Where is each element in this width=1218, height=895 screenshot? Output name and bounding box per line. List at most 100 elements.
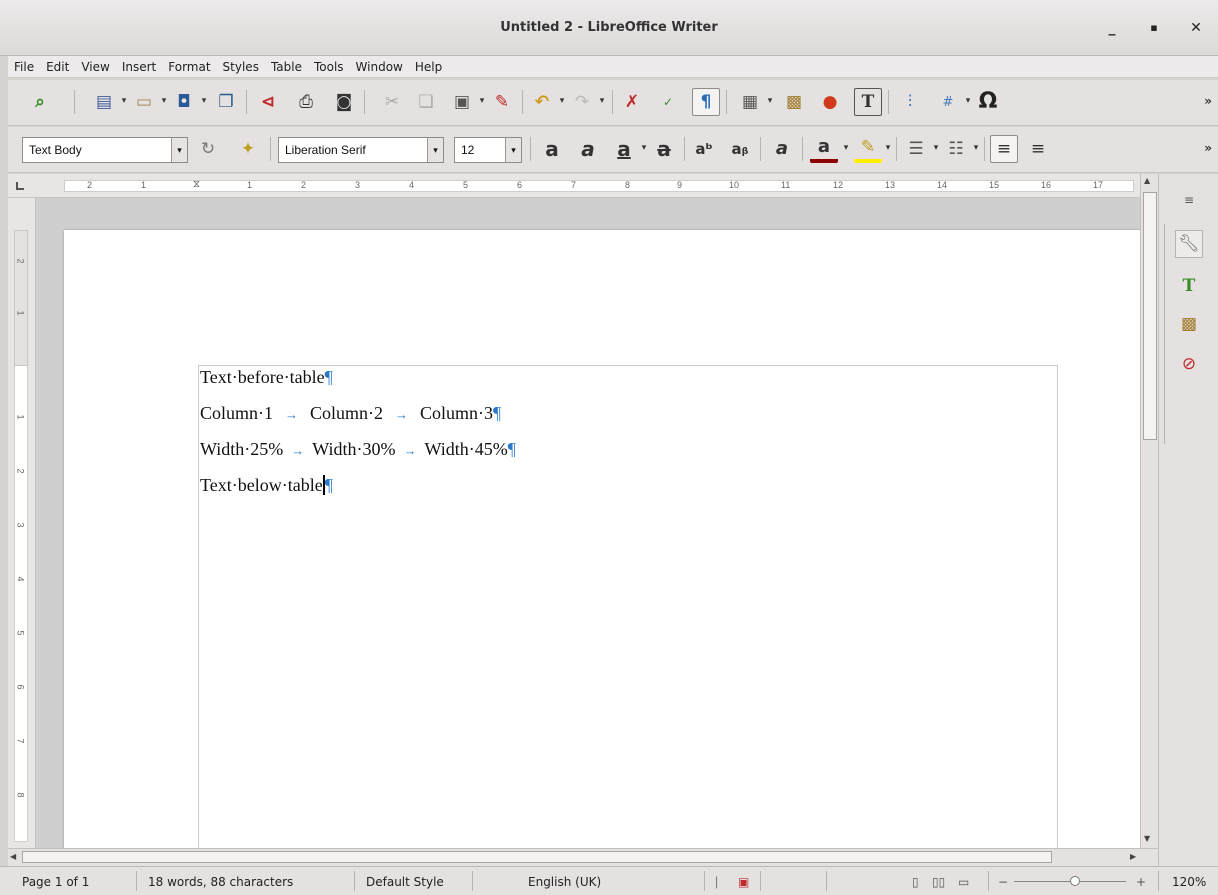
clear-formatting-icon[interactable]: a [768,135,796,163]
bullet-dropdown-icon[interactable]: ▾ [932,143,940,153]
paragraph-style-combo[interactable]: Text Body ▾ [22,137,188,163]
open-folder-icon[interactable]: ▭ [130,88,158,116]
formatting-overflow-icon[interactable]: » [1204,141,1212,155]
print-preview-icon[interactable]: ◙ [330,88,358,116]
subscript-icon[interactable]: aᵦ [726,135,754,163]
cut-icon[interactable]: ✂ [378,88,406,116]
vertical-scrollbar[interactable]: ▲ ▼ [1140,174,1158,848]
paragraph-text-before[interactable]: Text·before·table¶ [200,367,333,388]
auto-spellcheck-icon[interactable]: ✓ [654,88,682,116]
toolbar-overflow-icon[interactable]: » [1204,94,1212,108]
maximize-button[interactable]: ▪ [1142,16,1166,40]
insert-page-break-icon[interactable]: ⫶ [896,88,924,116]
font-name-combo[interactable]: Liberation Serif ▾ [278,137,444,163]
insert-mode-icon[interactable]: ⎸ [716,875,728,890]
menu-window[interactable]: Window [350,56,409,76]
properties-icon[interactable]: 🔧︎ [1175,230,1203,258]
insert-image-icon[interactable]: ▩ [780,88,808,116]
undo-dropdown-icon[interactable]: ▾ [558,96,566,106]
navigator-icon[interactable]: ⊘ [1175,350,1203,378]
paste-icon[interactable]: ▣ [448,88,476,116]
scroll-left-icon[interactable]: ◀ [10,852,16,861]
zoom-in-icon[interactable]: + [1136,875,1146,889]
new-dropdown-icon[interactable]: ▾ [120,96,128,106]
gallery-icon[interactable]: ▩ [1175,310,1203,338]
document-modified-icon[interactable]: ▣ [738,875,749,889]
menu-help[interactable]: Help [409,56,448,76]
menu-file[interactable]: File [8,56,40,76]
insert-text-box-icon[interactable]: T [854,88,882,116]
spelling-icon[interactable]: ✗ [618,88,646,116]
font-name-dropdown-icon[interactable]: ▾ [427,138,443,162]
font-size-dropdown-icon[interactable]: ▾ [505,138,521,162]
paragraph-style-dropdown-icon[interactable]: ▾ [171,138,187,162]
underline-icon[interactable]: a [610,135,638,163]
save-icon[interactable]: ◘ [170,88,198,116]
ruler-track[interactable]: 2 1 ⧖ 1 2 3 4 5 6 7 8 9 10 11 12 13 14 1… [64,179,1134,192]
horizontal-scroll-thumb[interactable] [22,851,1052,863]
paste-dropdown-icon[interactable]: ▾ [478,96,486,106]
save-remote-icon[interactable]: ❐ [212,88,240,116]
tab-type-icon[interactable] [16,182,24,190]
align-left-icon[interactable]: ≡ [990,135,1018,163]
print-icon[interactable]: ⎙ [292,88,320,116]
redo-dropdown-icon[interactable]: ▾ [598,96,606,106]
paragraph-widths[interactable]: Width·25% → Width·30% → Width·45%¶ [200,439,516,460]
special-character-icon[interactable]: Ω [974,88,1002,116]
new-style-icon[interactable]: ✦ [234,135,262,163]
numbered-list-icon[interactable]: ☷ [942,135,970,163]
document-area[interactable]: Text·before·table¶ Column·1 → Column·2 → Col… [36,198,1140,848]
formatting-marks-icon[interactable]: ¶ [692,88,720,116]
page-count[interactable]: Page 1 of 1 [22,875,89,889]
underline-dropdown-icon[interactable]: ▾ [640,143,648,153]
minimize-button[interactable]: _ [1100,16,1124,40]
insert-table-icon[interactable]: ▦ [736,88,764,116]
menu-insert[interactable]: Insert [116,56,162,76]
language[interactable]: English (UK) [528,875,601,889]
word-count[interactable]: 18 words, 88 characters [148,875,293,889]
copy-icon[interactable]: ❏ [412,88,440,116]
close-button[interactable]: ✕ [1184,16,1208,40]
font-color-dropdown-icon[interactable]: ▾ [842,143,850,153]
sidebar-menu-icon[interactable]: ≡ [1175,186,1203,214]
clone-formatting-icon[interactable]: ✎ [488,88,516,116]
horizontal-scrollbar[interactable]: ◀ ▶ [8,848,1158,866]
menu-edit[interactable]: Edit [40,56,75,76]
highlight-icon[interactable]: ✎ [854,135,882,163]
open-dropdown-icon[interactable]: ▾ [160,96,168,106]
bullet-list-icon[interactable]: ☰ [902,135,930,163]
page-style[interactable]: Default Style [366,875,444,889]
italic-icon[interactable]: a [574,135,602,163]
book-view-icon[interactable]: ▭ [958,875,969,889]
numbered-dropdown-icon[interactable]: ▾ [972,143,980,153]
export-pdf-icon[interactable]: ⊲ [254,88,282,116]
redo-icon[interactable]: ↷ [568,88,596,116]
zoom-level[interactable]: 120% [1172,875,1206,889]
bold-icon[interactable]: a [538,135,566,163]
find-replace-icon[interactable]: ⌕ [26,88,54,116]
document-page[interactable]: Text·before·table¶ Column·1 → Column·2 → Col… [64,230,1140,848]
paragraph-text-below[interactable]: Text·below·table ¶ [200,475,333,496]
menu-format[interactable]: Format [162,56,216,76]
superscript-icon[interactable]: aᵇ [690,135,718,163]
menu-styles[interactable]: Styles [217,56,265,76]
scroll-up-icon[interactable]: ▲ [1144,176,1150,185]
insert-chart-icon[interactable]: ● [816,88,844,116]
undo-icon[interactable]: ↶ [528,88,556,116]
scroll-right-icon[interactable]: ▶ [1130,852,1136,861]
save-dropdown-icon[interactable]: ▾ [200,96,208,106]
single-page-view-icon[interactable]: ▯ [912,875,919,889]
zoom-slider-handle[interactable] [1070,876,1080,886]
new-document-icon[interactable]: ▤ [90,88,118,116]
table-dropdown-icon[interactable]: ▾ [766,96,774,106]
menu-tools[interactable]: Tools [308,56,350,76]
align-center-icon[interactable]: ≡ [1024,135,1052,163]
paragraph-columns[interactable]: Column·1 → Column·2 → Column·3¶ [200,403,501,424]
indent-marker-icon[interactable]: ⧖ [193,179,200,190]
styles-icon[interactable]: T [1175,272,1203,300]
field-dropdown-icon[interactable]: ▾ [964,96,972,106]
font-size-combo[interactable]: 12 ▾ [454,137,522,163]
multi-page-view-icon[interactable]: ▯▯ [932,875,945,889]
insert-field-icon[interactable]: # [934,88,962,116]
highlight-dropdown-icon[interactable]: ▾ [884,143,892,153]
